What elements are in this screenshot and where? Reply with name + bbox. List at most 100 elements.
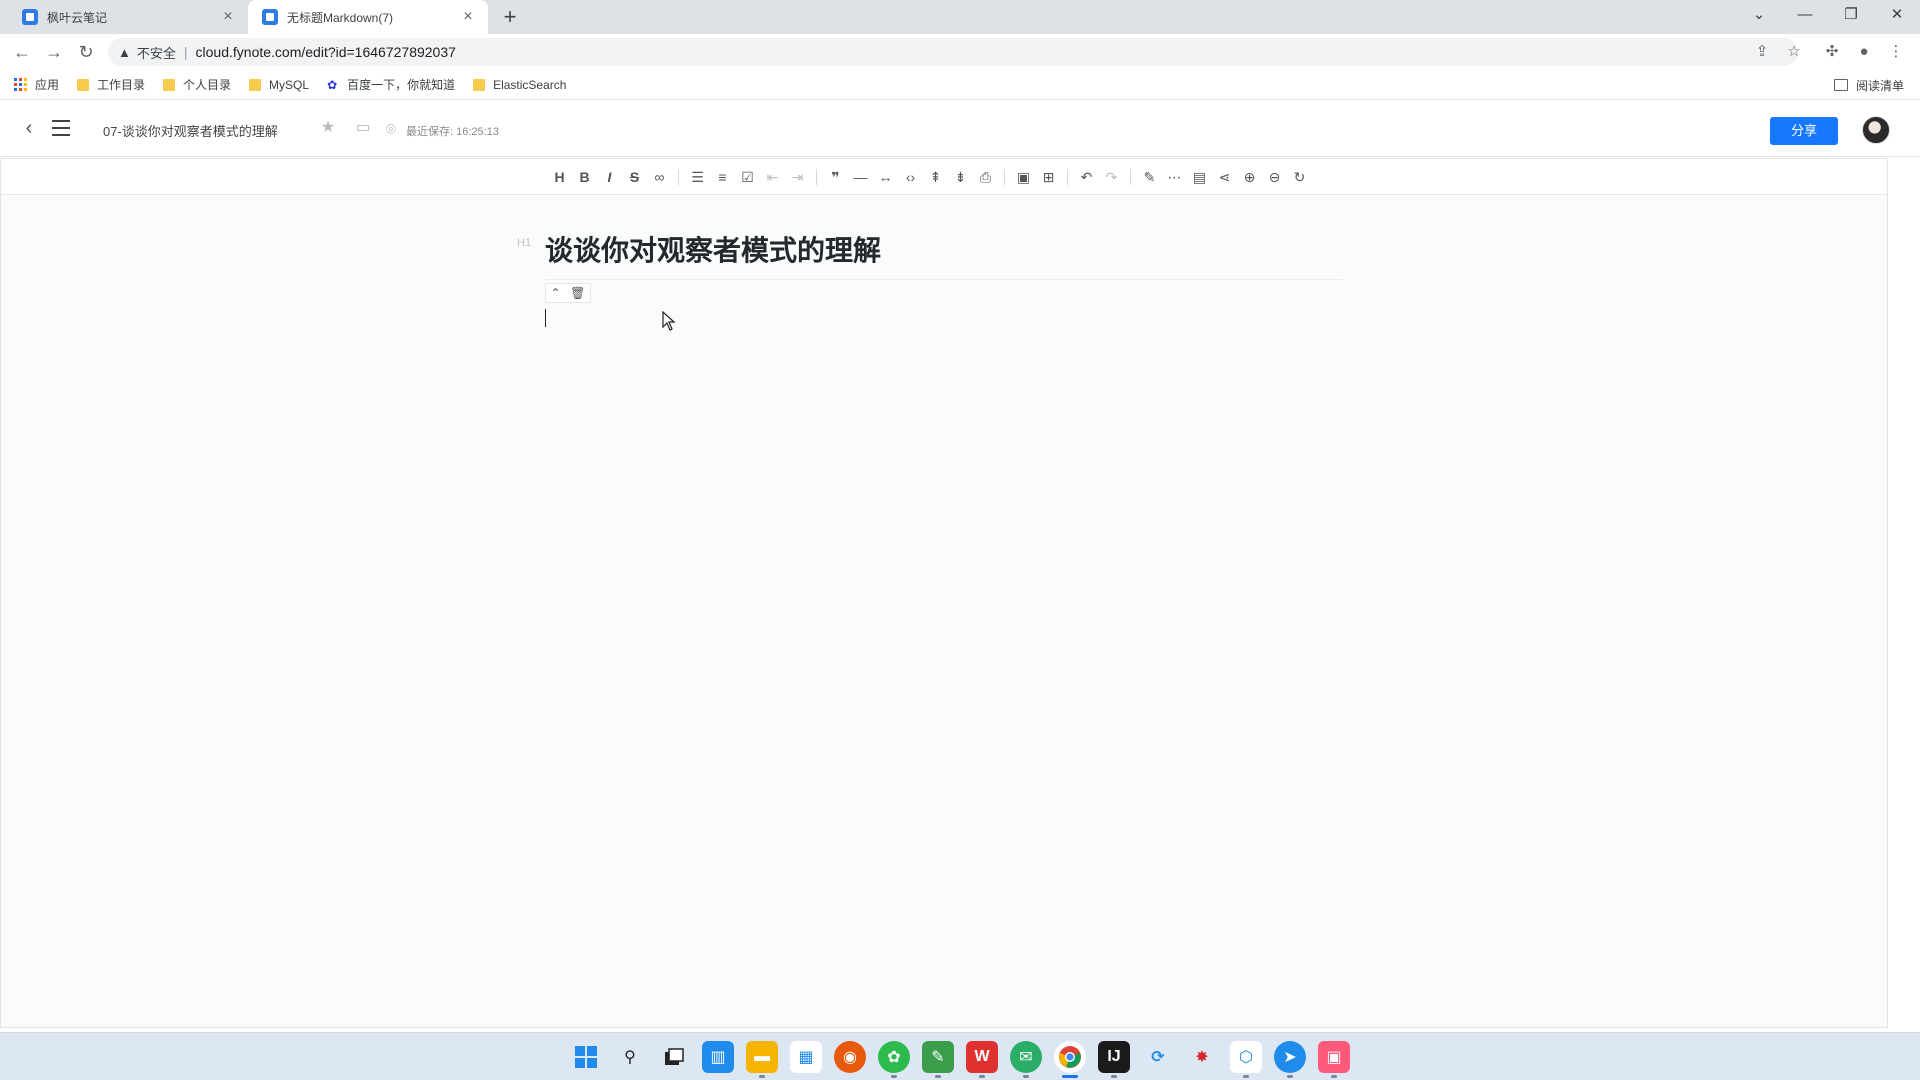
more-icon[interactable]: ⋯ [1162,167,1187,187]
ordered-list-icon[interactable]: ≡ [710,167,735,187]
menu-hamburger-icon[interactable] [52,120,70,136]
file-explorer-icon[interactable]: ▬ [746,1041,778,1078]
wechat-icon[interactable]: ✉ [1010,1041,1042,1078]
bookmark-apps[interactable]: 应用 [14,76,59,93]
maple-leaf-icon[interactable]: ✸ [1186,1041,1218,1073]
bookmark-work-folder[interactable]: 工作目录 [77,76,145,93]
toolbar-divider [1004,169,1005,185]
checklist-icon[interactable]: ☑ [735,167,760,187]
strikethrough-icon[interactable]: S [622,167,647,187]
back-chevron-icon[interactable]: ‹ [18,117,40,139]
indent-icon[interactable]: ⇥ [785,167,810,187]
network-app-icon[interactable]: ⬡ [1230,1041,1262,1078]
app-green-icon[interactable]: ✿ [878,1041,910,1078]
bookmark-label: 百度一下，你就知道 [347,78,456,92]
editor-content[interactable]: H1 谈谈你对观察者模式的理解 ⌃ 🗑 [1,195,1887,1027]
text-caret [545,309,546,327]
wps-office-icon[interactable]: W [966,1041,998,1078]
send-app-icon[interactable]: ➤ [1274,1041,1306,1078]
insert-before-icon[interactable]: ⇞ [923,167,948,187]
image-icon[interactable]: ▣ [1011,167,1036,187]
folder-icon [163,78,176,91]
link-icon[interactable]: ∞ [647,167,672,187]
address-divider: | [183,44,188,60]
edit-mode-icon[interactable]: ✎ [1137,167,1162,187]
quote-icon[interactable]: ❞ [823,167,848,187]
browser-toolbar: ← → ↻ ▲ 不安全 | cloud.fynote.com/edit?id=1… [0,34,1920,70]
bookmark-baidu[interactable]: ✿ 百度一下，你就知道 [327,76,455,93]
insert-after-icon[interactable]: ⇟ [948,167,973,187]
firefox-icon[interactable]: ◉ [834,1041,866,1073]
restore-window-button[interactable]: ❐ [1828,0,1874,30]
bilibili-icon[interactable]: ▣ [1318,1041,1350,1078]
inline-code-icon[interactable]: ↔ [873,167,898,187]
document-heading[interactable]: 谈谈你对观察者模式的理解 [545,229,881,269]
browser-tab-notes[interactable]: 枫叶云笔记 × [8,0,248,34]
store-icon[interactable]: ▦ [790,1041,822,1073]
heading-underline [545,279,1343,280]
undo-icon[interactable]: ↶ [1074,167,1099,187]
browser-tab-markdown[interactable]: 无标题Markdown(7) × [248,0,488,34]
reload-icon[interactable]: ↻ [74,40,98,64]
search-icon[interactable]: ⚲ [614,1041,646,1073]
chrome-icon[interactable] [1054,1041,1086,1078]
address-bar[interactable]: ▲ 不安全 | cloud.fynote.com/edit?id=1646727… [108,38,1798,66]
bookmark-label: MySQL [269,77,310,92]
code-block-icon[interactable]: ‹› [898,167,923,187]
refresh-app-icon[interactable]: ⟳ [1142,1041,1174,1073]
share-nodes-icon[interactable]: ⋖ [1212,167,1237,187]
bold-icon[interactable]: B [572,167,597,187]
bookmark-label: 个人目录 [183,78,232,92]
tab-close-icon[interactable]: × [220,9,236,25]
minimize-window-button[interactable]: — [1782,0,1828,30]
zoom-out-icon[interactable]: ⊖ [1262,167,1287,187]
redo-icon[interactable]: ↷ [1099,167,1124,187]
print-icon[interactable]: ⎙ [973,167,998,187]
toolbar-divider [816,169,817,185]
italic-icon[interactable]: I [597,167,622,187]
bookmark-personal-folder[interactable]: 个人目录 [163,76,231,93]
bullet-list-icon[interactable]: ☰ [685,167,710,187]
browser-menu-icon[interactable]: ⋮ [1884,40,1908,64]
windows-start-icon[interactable] [570,1041,602,1073]
bookmark-elasticsearch-folder[interactable]: ElasticSearch [473,78,566,92]
share-button[interactable]: 分享 [1770,117,1838,145]
close-window-button[interactable]: ✕ [1874,0,1920,30]
share-page-icon[interactable]: ⇪ [1750,40,1774,64]
widgets-icon[interactable]: ▥ [702,1041,734,1073]
tab-close-icon[interactable]: × [460,9,476,25]
back-arrow-icon[interactable]: ← [10,40,34,64]
document-title[interactable]: 07-谈谈你对观察者模式的理解 [103,121,278,140]
new-tab-button[interactable]: + [498,5,522,29]
refresh-icon[interactable]: ↻ [1287,167,1312,187]
zoom-in-icon[interactable]: ⊕ [1237,167,1262,187]
favorite-star-icon[interactable]: ★ [319,119,337,137]
fynote-favicon-icon [22,9,38,25]
user-avatar[interactable] [1862,116,1890,144]
horizontal-rule-icon[interactable]: — [848,167,873,187]
bookmark-star-icon[interactable]: ☆ [1782,40,1806,64]
profile-icon[interactable]: ● [1852,40,1876,64]
reading-list-button[interactable]: 阅读清单 [1833,70,1904,100]
warning-triangle-icon: ▲ [118,44,131,60]
security-status[interactable]: 不安全 [137,43,176,62]
folder-icon [249,78,262,91]
forward-arrow-icon[interactable]: → [42,40,66,64]
intellij-idea-icon[interactable]: IJ [1098,1041,1130,1078]
bookmark-mysql-folder[interactable]: MySQL [249,78,309,92]
notes-app-icon[interactable]: ✎ [922,1041,954,1078]
task-view-icon[interactable] [658,1041,690,1073]
table-icon[interactable]: ⊞ [1036,167,1061,187]
move-folder-icon[interactable]: ▭ [354,119,372,137]
move-up-chevron-icon[interactable]: ⌃ [551,286,561,300]
tab-title: 无标题Markdown(7) [287,10,394,25]
outline-icon[interactable]: ▤ [1187,167,1212,187]
tab-search-dropdown-icon[interactable]: ⌄ [1736,0,1782,30]
extensions-puzzle-icon[interactable]: ✣ [1820,40,1844,64]
url-text[interactable]: cloud.fynote.com/edit?id=1646727892037 [196,44,456,60]
browser-tab-strip: 枫叶云笔记 × 无标题Markdown(7) × + ⌄ — ❐ ✕ [0,0,1920,34]
outdent-icon[interactable]: ⇤ [760,167,785,187]
heading-icon[interactable]: H [547,167,572,187]
delete-trash-icon[interactable]: 🗑 [570,286,585,300]
block-toolbar: ⌃ 🗑 [545,283,591,303]
